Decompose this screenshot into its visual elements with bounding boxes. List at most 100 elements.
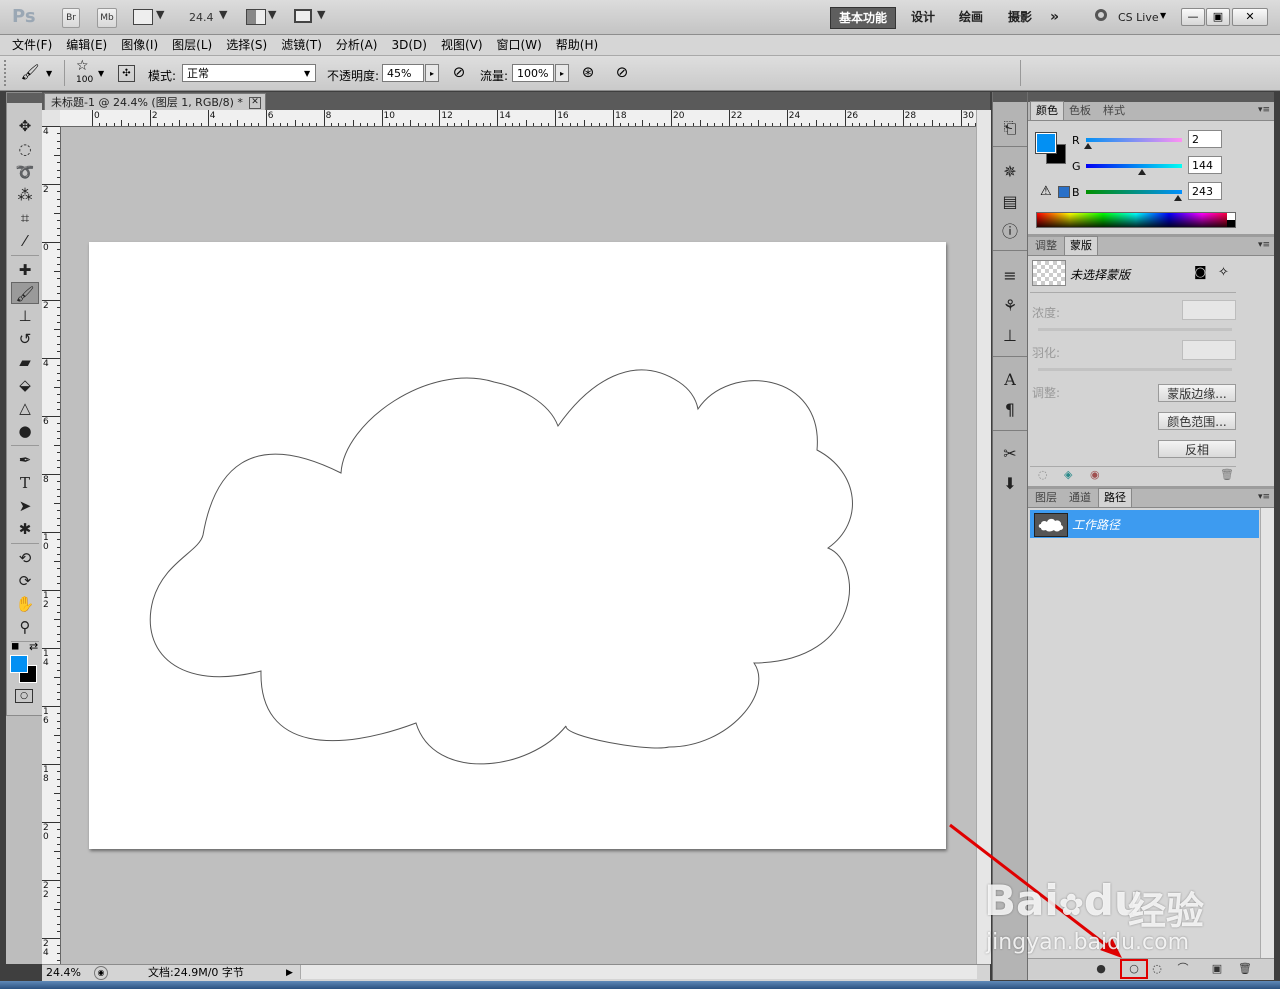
foreground-color-swatch[interactable] <box>10 655 28 673</box>
vertical-ruler[interactable]: 4 2 0 2 4 6 8 10 12 14 16 18 20 22 24 <box>42 126 61 964</box>
3d-rotate-tool-icon[interactable]: ⟲ <box>11 547 39 569</box>
zoom-tool-icon[interactable]: ⚲ <box>11 616 39 638</box>
close-icon[interactable]: ✕ <box>249 97 261 109</box>
histogram-panel-icon[interactable]: ▤ <box>997 190 1023 214</box>
minimize-button[interactable]: — <box>1181 8 1205 26</box>
opacity-slider-toggle[interactable]: ▸ <box>425 64 439 82</box>
tab-layers[interactable]: 图层 <box>1030 489 1062 507</box>
menu-layer[interactable]: 图层(L) <box>172 35 212 55</box>
clone-source-panel-icon[interactable]: ⊥ <box>997 324 1023 348</box>
chevron-down-icon[interactable]: ▼ <box>219 8 227 21</box>
green-value-field[interactable]: 144 <box>1188 156 1222 174</box>
paths-scrollbar[interactable] <box>1260 508 1274 958</box>
pen-tool-icon[interactable]: ✒ <box>11 449 39 471</box>
workspace-painting[interactable]: 绘画 <box>959 7 983 27</box>
menu-image[interactable]: 图像(I) <box>121 35 158 55</box>
paragraph-panel-icon[interactable]: ¶ <box>997 398 1023 422</box>
zoom-level[interactable]: 24.4 <box>189 11 214 24</box>
brush-preset-icon[interactable]: ☆ <box>76 58 89 74</box>
gamut-color-swatch[interactable] <box>1058 186 1070 198</box>
tool-presets-panel-icon[interactable]: ✂ <box>997 442 1023 466</box>
blue-slider-handle[interactable] <box>1174 195 1182 201</box>
toggle-mask-visibility-icon[interactable]: ◉ <box>1090 468 1100 481</box>
crop-tool-icon[interactable]: ⌗ <box>11 207 39 229</box>
brush-tool-icon[interactable]: 🖌 <box>11 282 39 304</box>
panel-menu-icon[interactable]: ▾≡ <box>1258 105 1270 115</box>
healing-tool-icon[interactable]: ✚ <box>11 259 39 281</box>
dock-header[interactable] <box>993 92 1027 102</box>
cs-live-button[interactable]: CS Live <box>1118 11 1159 24</box>
chevron-down-icon[interactable]: ▼ <box>98 69 104 78</box>
restore-button[interactable]: ▣ <box>1206 8 1230 26</box>
load-path-as-selection-icon[interactable]: ◌ <box>1148 961 1166 977</box>
red-slider-handle[interactable] <box>1084 143 1092 149</box>
color-foreground-swatch[interactable] <box>1035 132 1057 154</box>
tab-styles[interactable]: 样式 <box>1098 102 1130 120</box>
history-brush-tool-icon[interactable]: ↺ <box>11 328 39 350</box>
marquee-tool-icon[interactable]: ◌ <box>11 138 39 160</box>
paint-bucket-tool-icon[interactable]: ⬙ <box>11 374 39 396</box>
workspace-design[interactable]: 设计 <box>911 7 935 27</box>
actions-panel-icon[interactable]: ⬇ <box>997 472 1023 496</box>
tablet-pressure-opacity-icon[interactable]: ⊘ <box>447 62 471 82</box>
panel-dock-header[interactable] <box>1028 92 1274 102</box>
chevron-down-icon[interactable]: ▼ <box>317 8 325 21</box>
clone-stamp-tool-icon[interactable]: ⊥ <box>11 305 39 327</box>
load-selection-icon[interactable]: ◌ <box>1038 468 1048 481</box>
mode-select[interactable]: 正常 <box>182 64 316 82</box>
red-value-field[interactable]: 2 <box>1188 130 1222 148</box>
history-panel-icon[interactable]: ⎗ <box>997 116 1023 140</box>
move-tool-icon[interactable]: ✥ <box>11 115 39 137</box>
view-extras-icon[interactable] <box>133 9 153 25</box>
dodge-tool-icon[interactable]: ● <box>11 420 39 442</box>
quick-mask-icon[interactable]: ○ <box>15 689 33 703</box>
brush-presets-panel-icon[interactable]: ≡ <box>997 264 1023 288</box>
eraser-tool-icon[interactable]: ▰ <box>11 351 39 373</box>
delete-mask-icon[interactable]: 🗑 <box>1220 468 1234 481</box>
apply-mask-icon[interactable]: ◈ <box>1064 468 1072 481</box>
quick-select-tool-icon[interactable]: ⁂ <box>11 184 39 206</box>
tools-panel-header[interactable] <box>7 93 43 103</box>
brush-panel-icon[interactable]: ⚘ <box>997 294 1023 318</box>
shape-tool-icon[interactable]: ✱ <box>11 518 39 540</box>
blue-slider-track[interactable] <box>1086 190 1182 194</box>
workspace-essentials[interactable]: 基本功能 <box>830 7 897 29</box>
blur-tool-icon[interactable]: △ <box>11 397 39 419</box>
color-range-button[interactable]: 颜色范围... <box>1158 412 1236 430</box>
tab-paths[interactable]: 路径 <box>1098 488 1132 507</box>
green-slider-handle[interactable] <box>1138 169 1146 175</box>
menu-window[interactable]: 窗口(W) <box>497 35 542 55</box>
chevron-down-icon[interactable]: ▼ <box>46 69 52 78</box>
chevron-down-icon[interactable]: ▼ <box>268 8 276 21</box>
more-workspaces-icon[interactable]: » <box>1050 7 1059 27</box>
workspace-photography[interactable]: 摄影 <box>1008 7 1032 27</box>
path-row-work-path[interactable]: 工作路径 <box>1030 510 1259 538</box>
character-panel-icon[interactable]: A <box>997 368 1023 392</box>
airbrush-icon[interactable]: ⊛ <box>576 62 600 82</box>
chevron-down-icon[interactable]: ▼ <box>1160 11 1166 20</box>
add-pixel-mask-icon[interactable]: ◙ <box>1194 265 1207 280</box>
arrange-documents-icon[interactable] <box>246 9 266 25</box>
horizontal-ruler[interactable]: 0 2 4 6 8 10 12 14 16 18 20 22 24 26 28 30 <box>60 110 976 127</box>
screen-mode-icon[interactable] <box>294 9 312 23</box>
bridge-button[interactable]: Br <box>62 8 80 28</box>
path-select-tool-icon[interactable]: ➤ <box>11 495 39 517</box>
tab-adjustments[interactable]: 调整 <box>1030 237 1062 255</box>
navigator-panel-icon[interactable]: ✵ <box>997 160 1023 184</box>
mask-edge-button[interactable]: 蒙版边缘... <box>1158 384 1236 402</box>
menu-edit[interactable]: 编辑(E) <box>66 35 107 55</box>
lasso-tool-icon[interactable]: ➰ <box>11 161 39 183</box>
mini-bridge-button[interactable]: Mb <box>97 8 117 28</box>
blue-value-field[interactable]: 243 <box>1188 182 1222 200</box>
hand-tool-icon[interactable]: ✋ <box>11 593 39 615</box>
3d-orbit-tool-icon[interactable]: ⟳ <box>11 570 39 592</box>
red-slider-track[interactable] <box>1086 138 1182 142</box>
menu-file[interactable]: 文件(F) <box>12 35 52 55</box>
menu-select[interactable]: 选择(S) <box>226 35 267 55</box>
info-panel-icon[interactable]: ⓘ <box>997 220 1023 244</box>
out-of-gamut-warning-icon[interactable]: ⚠ <box>1040 184 1052 199</box>
delete-path-icon[interactable]: 🗑 <box>1236 961 1254 977</box>
eyedropper-tool-icon[interactable]: ⁄ <box>11 230 39 252</box>
make-work-path-icon[interactable]: ⌒ <box>1174 961 1192 977</box>
brush-panel-toggle-icon[interactable]: ✣ <box>118 65 135 82</box>
